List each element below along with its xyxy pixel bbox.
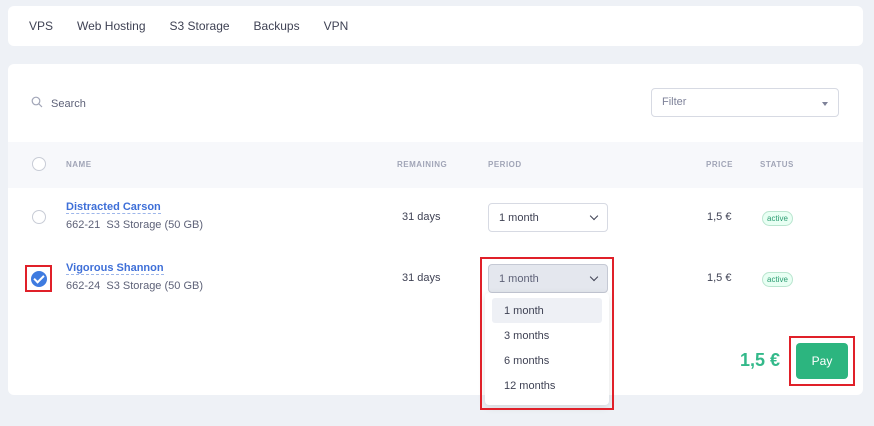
select-all-checkbox[interactable] xyxy=(32,157,46,171)
remaining-value: 31 days xyxy=(402,272,441,284)
row-checkbox[interactable] xyxy=(32,210,46,224)
header-remaining: REMAINING xyxy=(397,160,448,169)
status-badge: active xyxy=(762,211,793,226)
period-option-6-months[interactable]: 6 months xyxy=(492,348,602,373)
row-checkbox[interactable] xyxy=(31,271,47,287)
service-id-product: 662-21 S3 Storage (50 GB) xyxy=(66,219,203,231)
period-dropdown-menu: 1 month 3 months 6 months 12 months xyxy=(485,293,609,405)
product-tabs: VPS Web Hosting S3 Storage Backups VPN xyxy=(8,6,863,46)
price-value: 1,5 € xyxy=(707,211,732,223)
remaining-value: 31 days xyxy=(402,211,441,223)
filter-placeholder: Filter xyxy=(662,96,687,108)
search-box xyxy=(31,95,251,113)
header-status: STATUS xyxy=(760,160,794,169)
service-id: 662-21 xyxy=(66,219,101,231)
period-option-12-months[interactable]: 12 months xyxy=(492,373,602,398)
search-input[interactable] xyxy=(51,98,251,110)
header-period: PERIOD xyxy=(488,160,522,169)
chevron-down-icon xyxy=(589,272,599,282)
header-price: PRICE xyxy=(706,160,733,169)
period-value: 1 month xyxy=(499,273,539,285)
table-header: NAME REMAINING PERIOD PRICE STATUS xyxy=(8,142,863,188)
period-option-3-months[interactable]: 3 months xyxy=(492,323,602,348)
service-id-product: 662-24 S3 Storage (50 GB) xyxy=(66,280,203,292)
caret-down-icon xyxy=(822,102,828,106)
header-name: NAME xyxy=(66,160,92,169)
period-value: 1 month xyxy=(499,212,539,224)
filter-select[interactable]: Filter xyxy=(651,88,839,117)
status-badge: active xyxy=(762,272,793,287)
tab-backups[interactable]: Backups xyxy=(254,19,300,33)
pay-button[interactable]: Pay xyxy=(796,343,848,379)
price-value: 1,5 € xyxy=(707,272,732,284)
tab-vpn[interactable]: VPN xyxy=(324,19,349,33)
tab-vps[interactable]: VPS xyxy=(29,19,53,33)
chevron-down-icon xyxy=(589,211,599,221)
period-select[interactable]: 1 month xyxy=(488,203,608,232)
tab-s3-storage[interactable]: S3 Storage xyxy=(170,19,230,33)
period-option-1-month[interactable]: 1 month xyxy=(492,298,602,323)
service-product: S3 Storage (50 GB) xyxy=(106,280,203,292)
tab-web-hosting[interactable]: Web Hosting xyxy=(77,19,145,33)
service-id: 662-24 xyxy=(66,280,101,292)
total-amount: 1,5 € xyxy=(740,350,781,370)
period-select[interactable]: 1 month xyxy=(488,264,608,293)
search-icon xyxy=(31,95,43,113)
service-name-link[interactable]: Distracted Carson xyxy=(66,201,161,214)
service-product: S3 Storage (50 GB) xyxy=(106,219,203,231)
service-name-link[interactable]: Vigorous Shannon xyxy=(66,262,164,275)
